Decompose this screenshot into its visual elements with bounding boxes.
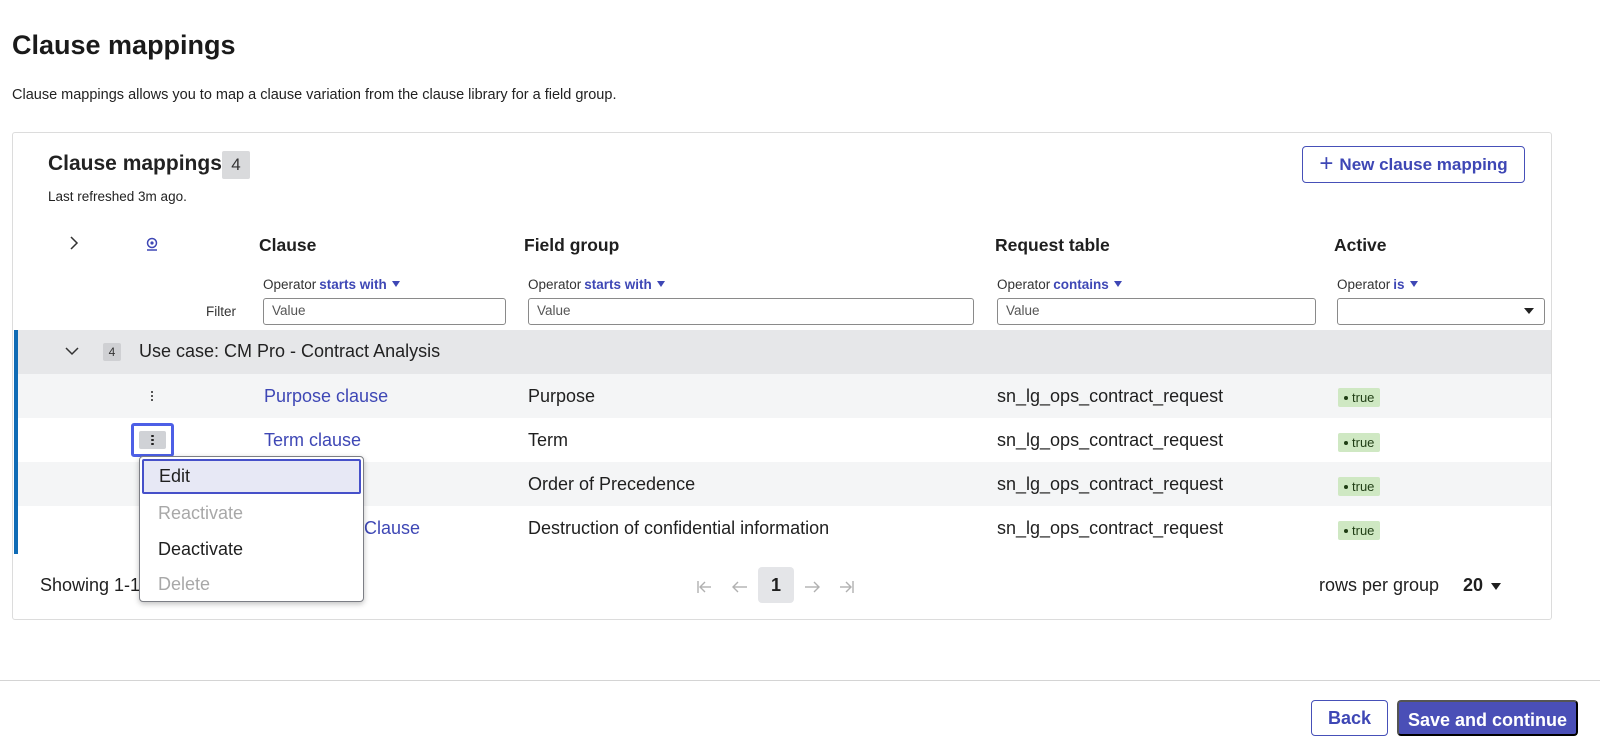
operator-active[interactable]: Operator is: [1337, 277, 1418, 292]
field-group-cell: Term: [528, 430, 568, 450]
current-page-button[interactable]: 1: [758, 567, 794, 603]
request-table-cell: sn_lg_ops_contract_request: [997, 474, 1224, 494]
operator-request-table[interactable]: Operator contains: [997, 277, 1122, 292]
menu-item-edit[interactable]: Edit: [142, 459, 361, 494]
row-actions-kebab-icon[interactable]: [149, 433, 157, 447]
next-page-icon[interactable]: [803, 578, 821, 596]
filter-input-clause[interactable]: Value: [263, 298, 506, 325]
new-clause-mapping-label: New clause mapping: [1339, 154, 1508, 174]
menu-item-delete: Delete: [158, 574, 211, 594]
operator-value: starts with: [584, 277, 652, 292]
list-title: Clause mappings: [48, 152, 222, 175]
caret-down-icon: [1524, 308, 1534, 314]
personalize-list-icon[interactable]: [144, 236, 160, 252]
field-group-cell: Purpose: [528, 386, 596, 406]
clause-link[interactable]: Clause: [364, 518, 420, 539]
clause-link[interactable]: Term clause: [264, 430, 361, 451]
active-status-badge: true: [1338, 477, 1381, 496]
request-table-cell: sn_lg_ops_contract_request: [997, 386, 1224, 406]
rows-per-group-select[interactable]: 20: [1463, 575, 1483, 596]
filter-input-field-group[interactable]: Value: [528, 298, 974, 325]
menu-item-deactivate[interactable]: Deactivate: [140, 531, 363, 567]
caret-down-icon: [656, 281, 665, 287]
operator-value: is: [1393, 277, 1405, 292]
field-group-cell: Order of Precedence: [528, 474, 696, 494]
plus-icon: +: [1319, 149, 1334, 177]
operator-label: Operator: [528, 277, 582, 292]
caret-down-icon: [1409, 281, 1418, 287]
active-status-badge: true: [1338, 521, 1381, 540]
table-row-background: [18, 374, 1551, 418]
page-description: Clause mappings allows you to map a clau…: [12, 87, 617, 103]
collapse-group-chevron-icon[interactable]: [64, 343, 80, 359]
group-count-badge: 4: [103, 343, 121, 361]
active-status-badge: true: [1338, 433, 1381, 452]
last-page-icon[interactable]: [838, 578, 856, 596]
caret-down-icon: [391, 281, 400, 287]
operator-clause[interactable]: Operator starts with: [263, 277, 400, 292]
operator-value: starts with: [319, 277, 387, 292]
filter-input-request-table[interactable]: Value: [997, 298, 1316, 325]
group-label: Use case: CM Pro - Contract Analysis: [139, 341, 441, 361]
operator-label: Operator: [1337, 277, 1391, 292]
operator-label: Operator: [997, 277, 1051, 292]
previous-page-icon[interactable]: [731, 578, 749, 596]
list-count-badge: 4: [222, 151, 250, 179]
column-header-field-group[interactable]: Field group: [524, 235, 619, 256]
row-actions-kebab-icon[interactable]: [148, 389, 156, 403]
filter-label: Filter: [206, 304, 236, 319]
caret-down-icon[interactable]: [1491, 583, 1501, 590]
active-status-badge: true: [1338, 388, 1381, 407]
operator-field-group[interactable]: Operator starts with: [528, 277, 665, 292]
new-clause-mapping-button[interactable]: + New clause mapping: [1302, 146, 1525, 183]
expand-all-chevron-icon[interactable]: [66, 234, 82, 252]
caret-down-icon: [1113, 281, 1122, 287]
row-actions-kebab-focused[interactable]: [131, 423, 174, 457]
column-header-request-table[interactable]: Request table: [995, 235, 1110, 256]
column-header-active[interactable]: Active: [1334, 235, 1387, 256]
field-group-cell: Destruction of confidential information: [528, 518, 830, 538]
column-header-clause[interactable]: Clause: [259, 235, 316, 256]
filter-select-active[interactable]: [1337, 298, 1545, 325]
operator-label: Operator: [263, 277, 317, 292]
clause-link[interactable]: Purpose clause: [264, 386, 388, 407]
request-table-cell: sn_lg_ops_contract_request: [997, 430, 1224, 450]
last-refreshed-text: Last refreshed 3m ago.: [48, 189, 187, 204]
page-title: Clause mappings: [12, 30, 236, 60]
footer-divider: [0, 680, 1600, 681]
operator-value: contains: [1053, 277, 1109, 292]
row-actions-menu: Edit Reactivate Deactivate Delete: [139, 456, 364, 602]
showing-range-text: Showing 1-1: [40, 575, 141, 595]
first-page-icon[interactable]: [695, 578, 713, 596]
save-and-continue-button[interactable]: Save and continue: [1397, 700, 1578, 736]
rows-per-group-label: rows per group: [1319, 575, 1440, 595]
back-button[interactable]: Back: [1311, 700, 1388, 736]
request-table-cell: sn_lg_ops_contract_request: [997, 518, 1224, 538]
menu-item-reactivate: Reactivate: [158, 503, 244, 523]
